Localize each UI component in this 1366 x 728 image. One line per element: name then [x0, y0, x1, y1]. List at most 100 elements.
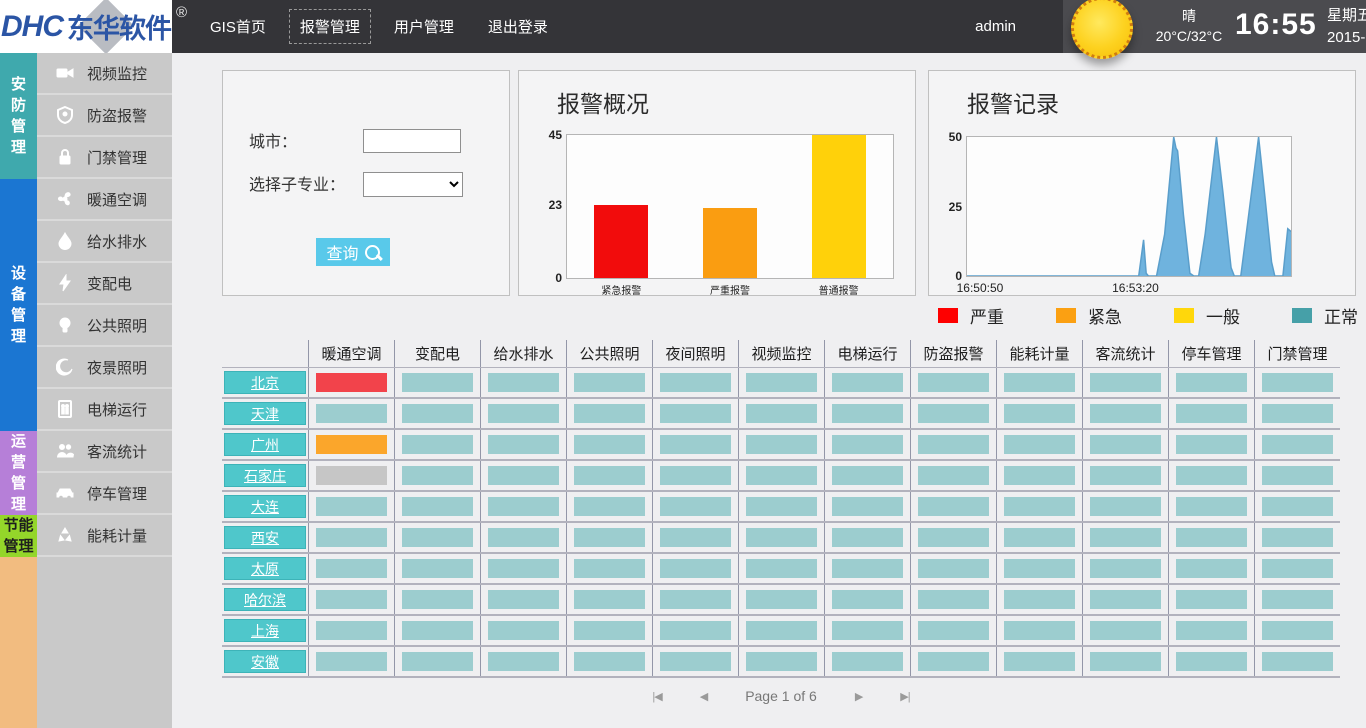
status-indicator-normal[interactable]	[918, 404, 989, 423]
sidebar-item-power-distribution[interactable]: 变配电	[37, 263, 172, 305]
city-button[interactable]: 广州	[224, 433, 306, 456]
status-indicator-normal[interactable]	[574, 590, 645, 609]
status-indicator-normal[interactable]	[1262, 590, 1333, 609]
status-indicator-normal[interactable]	[574, 652, 645, 671]
city-button[interactable]: 西安	[224, 526, 306, 549]
status-indicator-normal[interactable]	[574, 528, 645, 547]
status-indicator-normal[interactable]	[402, 621, 473, 640]
sidebar-item-passenger-flow[interactable]: 客流统计	[37, 431, 172, 473]
status-indicator-normal[interactable]	[660, 590, 731, 609]
status-indicator-normal[interactable]	[746, 373, 817, 392]
status-indicator-normal[interactable]	[832, 559, 903, 578]
status-indicator-normal[interactable]	[746, 404, 817, 423]
status-indicator-normal[interactable]	[918, 497, 989, 516]
status-indicator-normal[interactable]	[1090, 466, 1161, 485]
status-indicator-normal[interactable]	[402, 404, 473, 423]
status-indicator-normal[interactable]	[832, 590, 903, 609]
status-indicator-normal[interactable]	[1176, 404, 1247, 423]
last-page-button[interactable]: ▶|	[900, 690, 909, 703]
status-indicator-normal[interactable]	[918, 435, 989, 454]
status-indicator-normal[interactable]	[402, 652, 473, 671]
status-indicator-normal[interactable]	[574, 373, 645, 392]
sub-profession-select[interactable]	[363, 172, 463, 197]
status-indicator-normal[interactable]	[918, 466, 989, 485]
status-indicator-normal[interactable]	[918, 621, 989, 640]
first-page-button[interactable]: |◀	[652, 690, 661, 703]
sidebar-item-hvac[interactable]: 暖通空调	[37, 179, 172, 221]
status-indicator-normal[interactable]	[488, 621, 559, 640]
status-indicator-normal[interactable]	[574, 621, 645, 640]
status-indicator-normal[interactable]	[1176, 621, 1247, 640]
status-indicator-normal[interactable]	[1004, 559, 1075, 578]
status-indicator-normal[interactable]	[402, 435, 473, 454]
status-indicator-normal[interactable]	[1262, 404, 1333, 423]
status-indicator-normal[interactable]	[832, 652, 903, 671]
previous-page-button[interactable]: ◀	[700, 690, 707, 703]
status-indicator-normal[interactable]	[1176, 528, 1247, 547]
status-indicator-normal[interactable]	[832, 621, 903, 640]
status-indicator-normal[interactable]	[488, 373, 559, 392]
status-indicator-normal[interactable]	[1090, 435, 1161, 454]
status-indicator-normal[interactable]	[660, 652, 731, 671]
status-indicator-normal[interactable]	[488, 528, 559, 547]
status-indicator-normal[interactable]	[1004, 590, 1075, 609]
status-indicator-normal[interactable]	[488, 497, 559, 516]
status-indicator-normal[interactable]	[660, 528, 731, 547]
status-indicator-normal[interactable]	[1090, 404, 1161, 423]
status-indicator-normal[interactable]	[832, 373, 903, 392]
status-indicator-normal[interactable]	[918, 559, 989, 578]
status-indicator-normal[interactable]	[488, 404, 559, 423]
status-indicator-normal[interactable]	[918, 373, 989, 392]
status-indicator-normal[interactable]	[316, 559, 387, 578]
status-indicator-normal[interactable]	[402, 528, 473, 547]
status-indicator-normal[interactable]	[402, 373, 473, 392]
status-indicator-normal[interactable]	[746, 559, 817, 578]
status-indicator-normal[interactable]	[402, 559, 473, 578]
status-indicator-normal[interactable]	[660, 466, 731, 485]
status-indicator-normal[interactable]	[574, 404, 645, 423]
status-indicator-normal[interactable]	[1176, 373, 1247, 392]
status-indicator-normal[interactable]	[574, 559, 645, 578]
status-indicator-normal[interactable]	[316, 528, 387, 547]
status-indicator-normal[interactable]	[660, 559, 731, 578]
status-indicator-normal[interactable]	[1262, 466, 1333, 485]
city-button[interactable]: 石家庄	[224, 464, 306, 487]
status-indicator-normal[interactable]	[1090, 652, 1161, 671]
status-indicator-normal[interactable]	[660, 621, 731, 640]
sidebar-item-parking[interactable]: 停车管理	[37, 473, 172, 515]
nav-item-user-management[interactable]: 用户管理	[384, 10, 464, 43]
status-indicator-normal[interactable]	[1090, 373, 1161, 392]
nav-item-logout[interactable]: 退出登录	[478, 10, 558, 43]
status-indicator-normal[interactable]	[574, 435, 645, 454]
city-button[interactable]: 安徽	[224, 650, 306, 673]
status-indicator-normal[interactable]	[746, 652, 817, 671]
status-indicator-normal[interactable]	[1176, 466, 1247, 485]
city-button[interactable]: 北京	[224, 371, 306, 394]
nav-item-alarm-management[interactable]: 报警管理	[290, 10, 370, 43]
status-indicator-normal[interactable]	[746, 435, 817, 454]
status-indicator-normal[interactable]	[316, 652, 387, 671]
status-indicator-normal[interactable]	[832, 497, 903, 516]
city-button[interactable]: 天津	[224, 402, 306, 425]
sidebar-item-elevator-operation[interactable]: 电梯运行	[37, 389, 172, 431]
status-indicator-normal[interactable]	[746, 528, 817, 547]
status-indicator-normal[interactable]	[1004, 373, 1075, 392]
status-indicator-normal[interactable]	[488, 559, 559, 578]
status-indicator-normal[interactable]	[1262, 652, 1333, 671]
status-indicator-normal[interactable]	[1262, 528, 1333, 547]
status-indicator-normal[interactable]	[1004, 528, 1075, 547]
status-indicator-normal[interactable]	[488, 652, 559, 671]
status-indicator-normal[interactable]	[316, 590, 387, 609]
status-indicator-normal[interactable]	[1262, 373, 1333, 392]
status-indicator-normal[interactable]	[1004, 404, 1075, 423]
status-indicator-normal[interactable]	[832, 435, 903, 454]
status-indicator-normal[interactable]	[402, 466, 473, 485]
sidebar-item-night-lighting[interactable]: 夜景照明	[37, 347, 172, 389]
status-indicator-normal[interactable]	[660, 404, 731, 423]
status-indicator-normal[interactable]	[1176, 497, 1247, 516]
sidebar-item-burglar-alarm[interactable]: 防盗报警	[37, 95, 172, 137]
city-button[interactable]: 哈尔滨	[224, 588, 306, 611]
status-indicator-normal[interactable]	[1262, 621, 1333, 640]
status-indicator-critical[interactable]	[316, 373, 387, 392]
city-button[interactable]: 大连	[224, 495, 306, 518]
